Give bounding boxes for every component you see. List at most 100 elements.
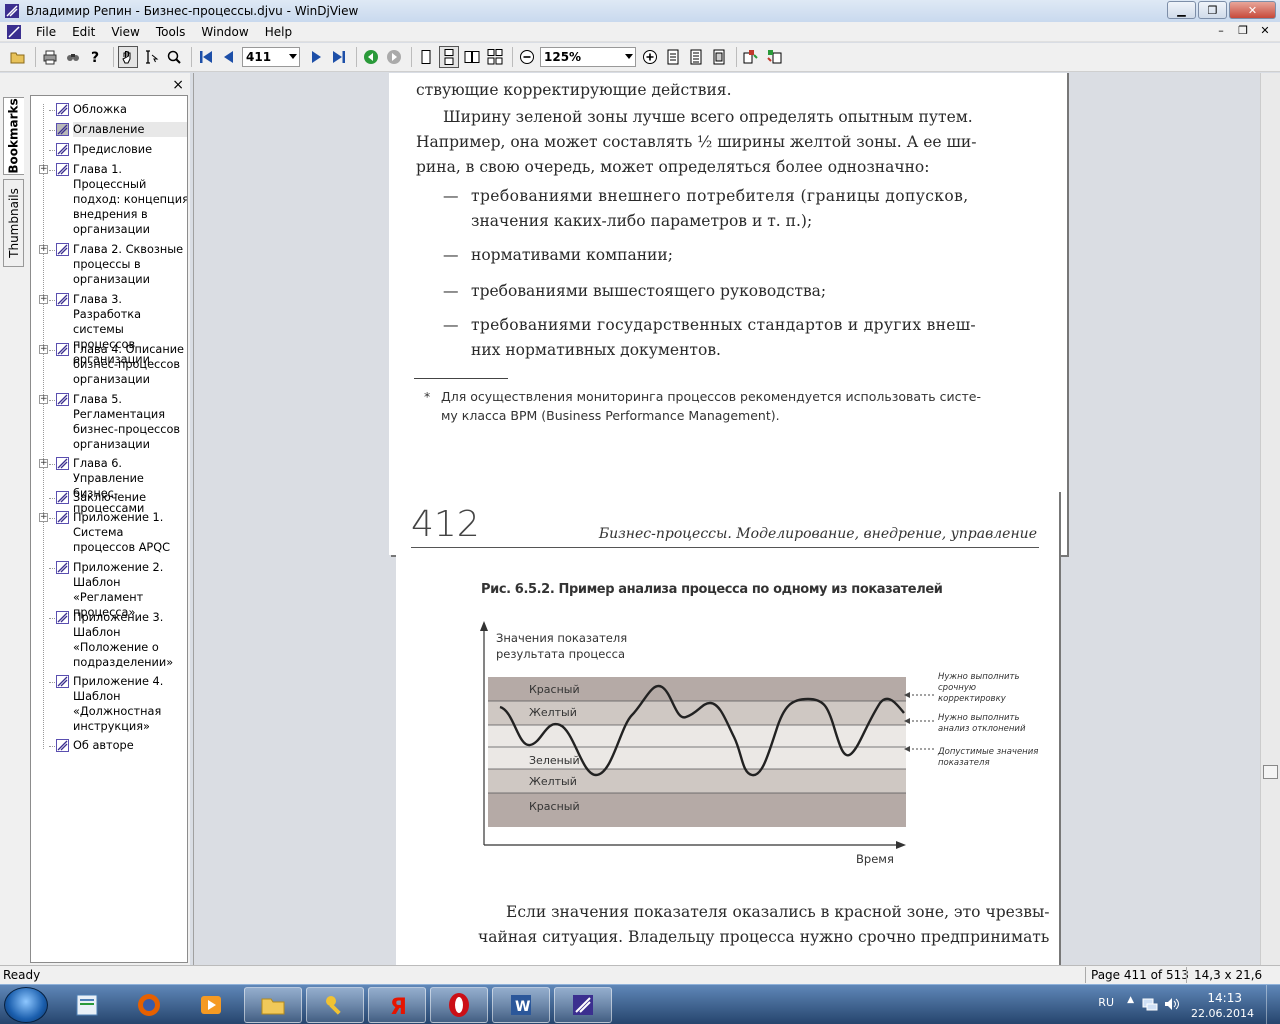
clock-time[interactable]: 14:13 <box>1207 991 1242 1005</box>
last-page-icon[interactable] <box>329 46 349 68</box>
document-icon <box>7 24 21 39</box>
rotate-right-icon[interactable] <box>764 46 784 68</box>
text-line: требованиями внешнего потребителя (грани… <box>471 187 969 205</box>
doc-minimize-button[interactable]: – <box>1212 24 1230 39</box>
annotation-text: Допустимые значения <box>937 747 1038 757</box>
fit-page-icon[interactable] <box>663 46 683 68</box>
taskbar-app[interactable] <box>182 987 240 1023</box>
prev-page-icon[interactable] <box>219 46 239 68</box>
bookmark-page-icon <box>56 491 69 504</box>
menu-edit[interactable]: Edit <box>64 25 103 39</box>
taskbar-app[interactable] <box>306 987 364 1023</box>
show-hidden-icons-icon[interactable]: ▲ <box>1127 995 1134 1005</box>
minimize-button[interactable]: ▁ <box>1167 1 1196 19</box>
bookmark-label: Глава 4. Описание бизнес-процессов орган… <box>73 343 185 386</box>
taskbar-app[interactable]: W <box>492 987 550 1023</box>
menu-file[interactable]: File <box>28 25 64 39</box>
network-icon[interactable] <box>1142 997 1158 1011</box>
expand-icon[interactable]: + <box>39 295 48 304</box>
taskbar-app[interactable] <box>244 987 302 1023</box>
tab-thumbnails[interactable]: Thumbnails <box>3 179 24 267</box>
facing-icon[interactable] <box>462 46 482 68</box>
clock-date[interactable]: 22.06.2014 <box>1191 1007 1254 1020</box>
taskbar-app[interactable] <box>554 987 612 1023</box>
list-dash: — <box>443 316 459 334</box>
forward-icon[interactable] <box>384 46 404 68</box>
bookmark-label: Глава 1. Процессный подход: концепция вн… <box>73 163 188 236</box>
continuous-icon[interactable] <box>439 46 459 68</box>
page-number-combo[interactable]: 411 <box>242 47 300 67</box>
show-desktop-button[interactable] <box>1266 985 1280 1024</box>
taskbar-app[interactable] <box>58 987 116 1023</box>
zone-label: Красный <box>529 800 580 813</box>
zoom-out-icon[interactable] <box>517 46 537 68</box>
bookmark-label: Обложка <box>73 103 127 116</box>
start-button[interactable] <box>4 987 48 1023</box>
hand-tool-icon[interactable] <box>118 46 138 68</box>
taskbar-app[interactable] <box>430 987 488 1023</box>
doc-restore-button[interactable]: ❐ <box>1234 24 1252 39</box>
tab-bookmarks[interactable]: Bookmarks <box>3 97 24 175</box>
y-axis-label: результата процесса <box>496 647 625 661</box>
language-indicator[interactable]: RU <box>1098 996 1114 1009</box>
scrollbar-thumb[interactable] <box>1263 765 1278 779</box>
menu-window[interactable]: Window <box>193 25 256 39</box>
open-icon[interactable] <box>8 46 28 68</box>
expand-icon[interactable]: + <box>39 513 48 522</box>
bookmark-page-icon <box>56 143 69 156</box>
chevron-down-icon[interactable] <box>625 54 633 59</box>
taskbar-app[interactable] <box>120 987 178 1023</box>
print-icon[interactable] <box>40 46 60 68</box>
expand-icon[interactable]: + <box>39 395 48 404</box>
fit-width-icon[interactable] <box>686 46 706 68</box>
expand-icon[interactable]: + <box>39 459 48 468</box>
window-title: Владимир Репин - Бизнес-процессы.djvu - … <box>26 4 359 18</box>
zoom-combo[interactable]: 125% <box>540 47 636 67</box>
zone-label: Желтый <box>529 775 577 788</box>
annotation-text: Нужно выполнить <box>938 672 1020 682</box>
back-icon[interactable] <box>361 46 381 68</box>
select-text-icon[interactable] <box>141 46 161 68</box>
close-panel-icon[interactable]: × <box>172 77 184 93</box>
annotation-text: показателя <box>938 758 990 768</box>
annotation-text: анализ отклонений <box>938 724 1026 734</box>
bookmark-label: Предисловие <box>73 143 153 156</box>
taskbar-app[interactable]: Я <box>368 987 426 1023</box>
status-ready: Ready <box>3 968 41 982</box>
zoom-in-icon[interactable] <box>640 46 660 68</box>
find-icon[interactable] <box>63 46 83 68</box>
actual-size-icon[interactable] <box>709 46 729 68</box>
chevron-down-icon[interactable] <box>289 54 297 59</box>
tools-icon <box>326 996 341 1015</box>
help-icon[interactable]: ? <box>86 46 106 68</box>
single-page-icon[interactable] <box>416 46 436 68</box>
volume-icon[interactable] <box>1164 997 1180 1011</box>
document-view[interactable]: ствующие корректирующие действия. Ширину… <box>193 73 1260 965</box>
annotation-text: срочную <box>938 683 976 693</box>
media-player-icon <box>201 996 221 1014</box>
menu-tools[interactable]: Tools <box>148 25 194 39</box>
bookmark-page-icon <box>56 163 69 176</box>
page-number-value: 411 <box>246 50 272 64</box>
rotate-left-icon[interactable] <box>741 46 761 68</box>
menu-view[interactable]: View <box>103 25 147 39</box>
y-axis-label: Значения показателя <box>496 631 627 645</box>
bookmarks-panel: × Обложка Оглавление Предисловие + Глава 1. … <box>27 73 190 965</box>
expand-icon[interactable]: + <box>39 245 48 254</box>
expand-icon[interactable]: + <box>39 165 48 174</box>
tab-thumbnails-label: Thumbnails <box>6 188 21 258</box>
next-page-icon[interactable] <box>306 46 326 68</box>
close-button[interactable]: ✕ <box>1229 1 1276 19</box>
expand-icon[interactable]: + <box>39 345 48 354</box>
zoom-rect-icon[interactable] <box>164 46 184 68</box>
continuous-facing-icon[interactable] <box>485 46 505 68</box>
maximize-button[interactable]: ❐ <box>1198 1 1227 19</box>
bookmark-page-icon <box>56 243 69 256</box>
vertical-scrollbar[interactable] <box>1260 73 1280 965</box>
svg-text:W: W <box>515 999 530 1015</box>
doc-close-button[interactable]: ✕ <box>1256 24 1274 39</box>
first-page-icon[interactable] <box>196 46 216 68</box>
text-line: чайная ситуация. Владельцу процесса нужн… <box>478 928 1050 946</box>
menu-help[interactable]: Help <box>257 25 300 39</box>
toolbar: ? 411 125% <box>0 43 1280 72</box>
